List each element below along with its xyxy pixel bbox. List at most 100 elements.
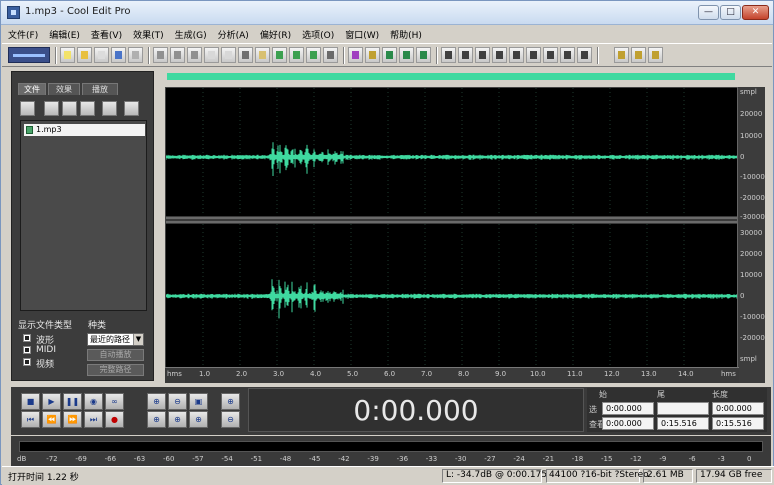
close-button[interactable]: ✕ [742,5,769,20]
record-settings-icon[interactable] [614,47,629,63]
cd-icon[interactable] [128,47,143,63]
file-item[interactable]: 1.mp3 [24,124,145,136]
spectral-icon[interactable] [365,47,380,63]
rewind-button[interactable]: ⏪ [42,411,61,428]
go-to-start-button[interactable]: ⏮ [21,411,40,428]
new-file-icon[interactable] [60,47,75,63]
full-path-button[interactable]: 完整路径 [87,364,144,376]
selection-begin-field[interactable]: 0:00.000 [602,402,654,415]
menu-options[interactable]: 选项(O) [296,26,339,42]
meter-scale-label: -15 [601,455,613,463]
record-button[interactable]: ● [105,411,124,428]
pause-button[interactable]: ❚❚ [63,393,82,410]
zoom-out-icon[interactable]: ⊖ [168,393,187,410]
save-icon[interactable] [94,47,109,63]
cd-player-icon[interactable] [631,47,646,63]
open-file-icon[interactable] [20,101,35,116]
menu-window[interactable]: 窗口(W) [339,26,384,42]
edit-waveform-icon[interactable] [348,47,363,63]
menu-view[interactable]: 查看(V) [85,26,127,42]
menu-generate[interactable]: 生成(G) [169,26,212,42]
meter-scale-label: -12 [630,455,642,463]
midi-type-checkbox[interactable] [23,346,31,354]
multitrack-toggle-button[interactable] [8,47,50,63]
open-folder-icon[interactable] [77,47,92,63]
close-file-icon[interactable] [62,101,77,116]
minimize-button[interactable]: — [698,5,719,20]
timeline-label: 7.0 [421,370,433,378]
menu-file[interactable]: 文件(F) [2,26,43,42]
overview-bar[interactable] [167,73,735,80]
view-end-field[interactable]: 0:15.516 [657,417,709,430]
close-all-icon[interactable] [80,101,95,116]
view-grid-icon[interactable] [543,47,558,63]
menu-help[interactable]: 帮助(H) [384,26,427,42]
view-spectral-icon[interactable] [458,47,473,63]
chevron-down-icon: ▼ [133,334,143,345]
right-channel-icon[interactable] [399,47,414,63]
copy-new-icon[interactable] [221,47,236,63]
mix-paste-icon[interactable] [289,47,304,63]
repeat-icon[interactable] [187,47,202,63]
selection-panel: 始 尾 长度 选 查看 0:00.000 0:00.000 0:00.000 0… [587,388,767,432]
left-channel-icon[interactable] [382,47,397,63]
undo-icon[interactable] [153,47,168,63]
view-timer-icon[interactable] [577,47,592,63]
zoom-in-icon[interactable]: ⊕ [147,393,166,410]
stop-button[interactable]: ■ [21,393,40,410]
view-cue-icon[interactable] [492,47,507,63]
status-bar: 打开时间 1.22 秒 L: -34.7dB @ 0:00.175 44100 … [2,466,774,485]
view-info-icon[interactable] [475,47,490,63]
view-begin-field[interactable]: 0:00.000 [602,417,654,430]
trim-icon[interactable] [306,47,321,63]
timeline-label: 1.0 [199,370,211,378]
play-button[interactable]: ▶ [42,393,61,410]
waveform-type-checkbox[interactable] [23,334,31,342]
ruler-label: 0 [740,292,745,300]
import-icon[interactable] [44,101,59,116]
cool-edit-app-icon[interactable] [7,6,20,19]
fast-forward-button[interactable]: ⏩ [63,411,82,428]
edit-file-icon[interactable] [102,101,117,116]
zoom-selection-icon[interactable] [323,47,338,63]
view-list-icon[interactable] [526,47,541,63]
autoplay-button[interactable]: 自动播放 [87,349,144,361]
video-type-checkbox[interactable] [23,358,31,366]
sort-select[interactable]: 最近的路径 ▼ [87,333,144,346]
play-to-end-button[interactable]: ◉ [84,393,103,410]
zoom-right-icon[interactable]: ⊕ [168,411,187,428]
tab-files[interactable]: 文件 [18,83,46,95]
tab-favorites[interactable]: 播放 [82,83,118,95]
zoom-in-vertical-icon[interactable]: ⊕ [221,393,240,410]
copy-icon[interactable] [204,47,219,63]
menu-favorites[interactable]: 偏好(R) [254,26,296,42]
open-append-icon[interactable] [111,47,126,63]
loop-button[interactable]: ∞ [105,393,124,410]
menu-effects[interactable]: 效果(T) [127,26,169,42]
timeline-label: 10.0 [530,370,546,378]
paste-new-icon[interactable] [272,47,287,63]
view-length-field[interactable]: 0:15.516 [712,417,764,430]
menu-analyze[interactable]: 分析(A) [212,26,254,42]
selection-length-field[interactable]: 0:00.000 [712,402,764,415]
view-waveform-icon[interactable] [441,47,456,63]
selection-end-field[interactable] [657,402,709,415]
zoom-left-icon[interactable]: ⊕ [147,411,166,428]
view-meter-icon[interactable] [560,47,575,63]
help-icon[interactable] [648,47,663,63]
panel-help-icon[interactable] [124,101,139,116]
cut-icon[interactable] [238,47,253,63]
tab-effects[interactable]: 效果 [48,83,80,95]
redo-icon[interactable] [170,47,185,63]
menu-edit[interactable]: 编辑(E) [43,26,85,42]
zoom-selection-icon[interactable]: ⊕ [189,411,208,428]
view-find-icon[interactable] [509,47,524,63]
maximize-button[interactable]: □ [720,5,741,20]
both-channels-icon[interactable] [416,47,431,63]
waveform-display[interactable] [165,87,739,383]
go-to-end-button[interactable]: ⏭ [84,411,103,428]
paste-icon[interactable] [255,47,270,63]
zoom-out-vertical-icon[interactable]: ⊖ [221,411,240,428]
zoom-full-icon[interactable]: ▣ [189,393,208,410]
time-ruler[interactable]: hms 1.0 2.0 3.0 4.0 5.0 6.0 7.0 8.0 9.0 … [165,367,739,383]
